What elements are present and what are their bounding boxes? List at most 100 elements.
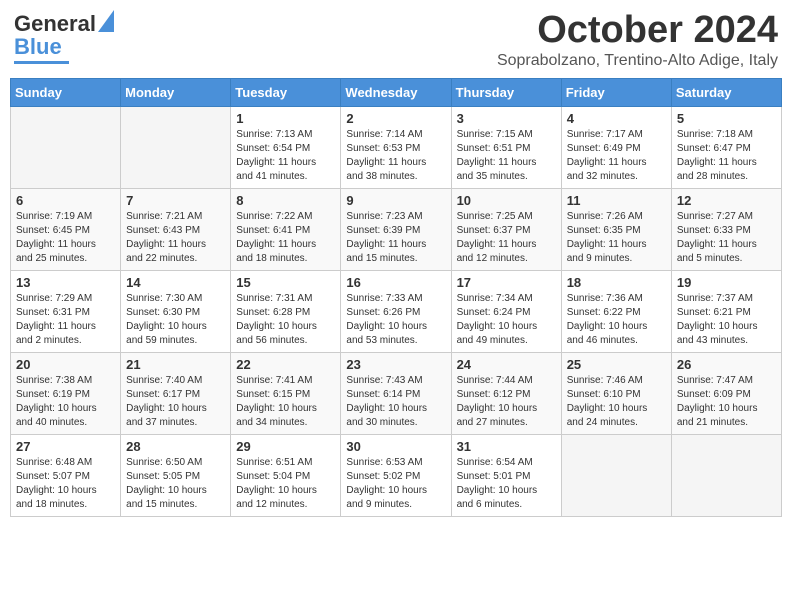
calendar-cell [11,106,121,188]
calendar-cell: 16 Sunrise: 7:33 AM Sunset: 6:26 PM Dayli… [341,270,451,352]
day-info: Sunrise: 7:46 AM Sunset: 6:10 PM Dayligh… [567,374,666,430]
day-number: 30 [346,439,445,454]
day-number: 9 [346,193,445,208]
calendar-cell: 27 Sunrise: 6:48 AM Sunset: 5:07 PM Dayli… [11,434,121,516]
day-info: Sunrise: 7:44 AM Sunset: 6:12 PM Dayligh… [457,374,556,430]
calendar-cell: 19 Sunrise: 7:37 AM Sunset: 6:21 PM Dayli… [671,270,781,352]
logo-blue-text: Blue [14,35,62,59]
day-info: Sunrise: 7:18 AM Sunset: 6:47 PM Dayligh… [677,128,776,184]
calendar-cell: 18Sunrise: 7:36 AM Sunset: 6:22 PM Dayli… [561,270,671,352]
day-info: Sunrise: 6:54 AM Sunset: 5:01 PM Dayligh… [457,456,556,512]
day-number: 26 [677,357,776,372]
calendar-cell [561,434,671,516]
month-title: October 2024 [497,10,778,52]
calendar-cell: 13Sunrise: 7:29 AM Sunset: 6:31 PM Dayli… [11,270,121,352]
day-info: Sunrise: 7:23 AM Sunset: 6:39 PM Dayligh… [346,210,445,266]
day-of-week-header: Tuesday [231,78,341,106]
day-info: Sunrise: 7:43 AM Sunset: 6:14 PM Dayligh… [346,374,445,430]
day-info: Sunrise: 7:26 AM Sunset: 6:35 PM Dayligh… [567,210,666,266]
calendar-cell: 12 Sunrise: 7:27 AM Sunset: 6:33 PM Dayli… [671,188,781,270]
logo-text: General [14,12,96,36]
day-info: Sunrise: 7:21 AM Sunset: 6:43 PM Dayligh… [126,210,225,266]
day-number: 17 [457,275,556,290]
calendar-cell: 1 Sunrise: 7:13 AM Sunset: 6:54 PM Daylig… [231,106,341,188]
day-number: 31 [457,439,556,454]
calendar-cell: 4Sunrise: 7:17 AM Sunset: 6:49 PM Daylig… [561,106,671,188]
day-number: 23 [346,357,445,372]
calendar-cell: 25 Sunrise: 7:46 AM Sunset: 6:10 PM Dayli… [561,352,671,434]
calendar-cell: 3 Sunrise: 7:15 AM Sunset: 6:51 PM Daylig… [451,106,561,188]
day-info: Sunrise: 7:25 AM Sunset: 6:37 PM Dayligh… [457,210,556,266]
day-info: Sunrise: 7:15 AM Sunset: 6:51 PM Dayligh… [457,128,556,184]
day-info: Sunrise: 7:40 AM Sunset: 6:17 PM Dayligh… [126,374,225,430]
day-number: 1 [236,111,335,126]
logo-underline [14,61,69,64]
day-info: Sunrise: 7:36 AM Sunset: 6:22 PM Dayligh… [567,292,666,348]
location-title: Soprabolzano, Trentino-Alto Adige, Italy [497,52,778,70]
day-number: 21 [126,357,225,372]
day-info: Sunrise: 7:47 AM Sunset: 6:09 PM Dayligh… [677,374,776,430]
day-number: 4 [567,111,666,126]
calendar-cell [671,434,781,516]
day-number: 15 [236,275,335,290]
day-info: Sunrise: 7:41 AM Sunset: 6:15 PM Dayligh… [236,374,335,430]
day-info: Sunrise: 7:14 AM Sunset: 6:53 PM Dayligh… [346,128,445,184]
calendar-cell: 24 Sunrise: 7:44 AM Sunset: 6:12 PM Dayli… [451,352,561,434]
calendar-cell: 22Sunrise: 7:41 AM Sunset: 6:15 PM Dayli… [231,352,341,434]
day-info: Sunrise: 6:48 AM Sunset: 5:07 PM Dayligh… [16,456,115,512]
day-info: Sunrise: 7:37 AM Sunset: 6:21 PM Dayligh… [677,292,776,348]
calendar-cell: 10Sunrise: 7:25 AM Sunset: 6:37 PM Dayli… [451,188,561,270]
day-number: 12 [677,193,776,208]
day-of-week-header: Thursday [451,78,561,106]
day-number: 14 [126,275,225,290]
day-of-week-header: Sunday [11,78,121,106]
calendar-cell: 23 Sunrise: 7:43 AM Sunset: 6:14 PM Dayli… [341,352,451,434]
day-number: 20 [16,357,115,372]
day-info: Sunrise: 6:51 AM Sunset: 5:04 PM Dayligh… [236,456,335,512]
day-info: Sunrise: 7:19 AM Sunset: 6:45 PM Dayligh… [16,210,115,266]
page-header: General Blue October 2024 Soprabolzano, … [10,10,782,70]
calendar-cell: 11 Sunrise: 7:26 AM Sunset: 6:35 PM Dayli… [561,188,671,270]
day-number: 6 [16,193,115,208]
day-of-week-header: Wednesday [341,78,451,106]
calendar-cell: 17 Sunrise: 7:34 AM Sunset: 6:24 PM Dayli… [451,270,561,352]
calendar-cell: 7 Sunrise: 7:21 AM Sunset: 6:43 PM Daylig… [121,188,231,270]
day-info: Sunrise: 6:53 AM Sunset: 5:02 PM Dayligh… [346,456,445,512]
calendar-cell: 14 Sunrise: 7:30 AM Sunset: 6:30 PM Dayli… [121,270,231,352]
calendar-cell: 2Sunrise: 7:14 AM Sunset: 6:53 PM Daylig… [341,106,451,188]
day-info: Sunrise: 6:50 AM Sunset: 5:05 PM Dayligh… [126,456,225,512]
day-number: 11 [567,193,666,208]
calendar-cell: 29 Sunrise: 6:51 AM Sunset: 5:04 PM Dayli… [231,434,341,516]
day-info: Sunrise: 7:22 AM Sunset: 6:41 PM Dayligh… [236,210,335,266]
day-info: Sunrise: 7:27 AM Sunset: 6:33 PM Dayligh… [677,210,776,266]
day-info: Sunrise: 7:33 AM Sunset: 6:26 PM Dayligh… [346,292,445,348]
day-number: 7 [126,193,225,208]
day-info: Sunrise: 7:34 AM Sunset: 6:24 PM Dayligh… [457,292,556,348]
calendar-cell: 21 Sunrise: 7:40 AM Sunset: 6:17 PM Dayli… [121,352,231,434]
calendar-cell: 6 Sunrise: 7:19 AM Sunset: 6:45 PM Daylig… [11,188,121,270]
day-number: 28 [126,439,225,454]
calendar-cell: 20Sunrise: 7:38 AM Sunset: 6:19 PM Dayli… [11,352,121,434]
calendar-cell: 9 Sunrise: 7:23 AM Sunset: 6:39 PM Daylig… [341,188,451,270]
day-number: 3 [457,111,556,126]
day-number: 29 [236,439,335,454]
day-number: 27 [16,439,115,454]
day-info: Sunrise: 7:13 AM Sunset: 6:54 PM Dayligh… [236,128,335,184]
calendar-cell: 15Sunrise: 7:31 AM Sunset: 6:28 PM Dayli… [231,270,341,352]
calendar-cell: 5 Sunrise: 7:18 AM Sunset: 6:47 PM Daylig… [671,106,781,188]
day-number: 19 [677,275,776,290]
title-section: October 2024 Soprabolzano, Trentino-Alto… [497,10,778,70]
calendar-cell: 30 Sunrise: 6:53 AM Sunset: 5:02 PM Dayli… [341,434,451,516]
logo-triangle-icon [98,10,114,37]
day-number: 8 [236,193,335,208]
calendar-cell: 31 Sunrise: 6:54 AM Sunset: 5:01 PM Dayli… [451,434,561,516]
calendar-cell: 28 Sunrise: 6:50 AM Sunset: 5:05 PM Dayli… [121,434,231,516]
day-number: 5 [677,111,776,126]
day-info: Sunrise: 7:30 AM Sunset: 6:30 PM Dayligh… [126,292,225,348]
calendar-table: SundayMondayTuesdayWednesdayThursdayFrid… [10,78,782,517]
day-info: Sunrise: 7:29 AM Sunset: 6:31 PM Dayligh… [16,292,115,348]
calendar-cell: 26 Sunrise: 7:47 AM Sunset: 6:09 PM Dayli… [671,352,781,434]
day-number: 16 [346,275,445,290]
day-number: 24 [457,357,556,372]
day-number: 25 [567,357,666,372]
